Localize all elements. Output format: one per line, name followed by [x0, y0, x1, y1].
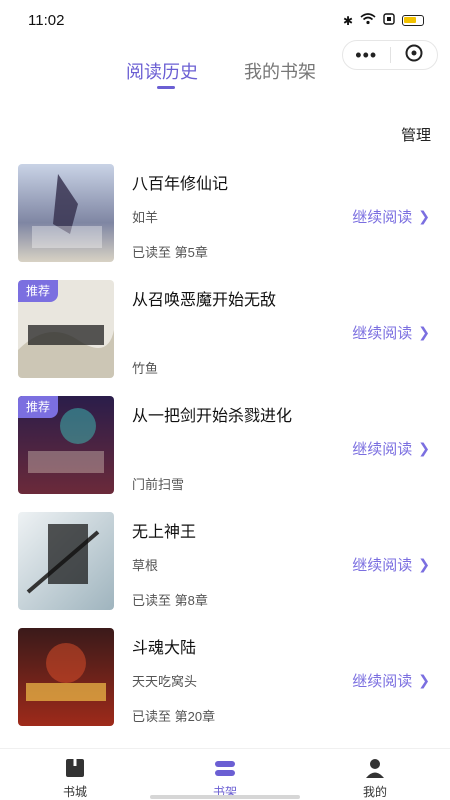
- continue-reading-label: 继续阅读: [352, 209, 413, 226]
- continue-reading-label: 继续阅读: [352, 325, 413, 342]
- list-item[interactable]: 推荐 从一把剑开始杀戮进化 门前扫雪 继续阅读 ❯: [0, 392, 450, 496]
- book-icon: [45, 757, 105, 779]
- nav-item-mine[interactable]: 我的: [345, 757, 405, 800]
- chevron-right-icon: ❯: [418, 440, 430, 456]
- book-cover[interactable]: [18, 512, 114, 610]
- continue-reading-label: 继续阅读: [352, 441, 413, 458]
- book-title: 八百年修仙记: [132, 176, 229, 193]
- continue-reading-button[interactable]: 继续阅读 ❯: [352, 670, 430, 691]
- sim-icon: [383, 13, 395, 28]
- chevron-right-icon: ❯: [418, 556, 430, 572]
- continue-reading-button[interactable]: 继续阅读 ❯: [352, 554, 430, 575]
- book-author: 如羊: [132, 210, 159, 225]
- wifi-icon: [360, 13, 376, 28]
- list-item[interactable]: 八百年修仙记 如羊 已读至 第5章 继续阅读 ❯: [0, 160, 450, 264]
- nav-label: 书城: [62, 785, 87, 799]
- battery-icon: [402, 15, 424, 26]
- tab-reading-history[interactable]: 阅读历史: [126, 58, 198, 84]
- user-icon: [345, 757, 405, 779]
- bottom-nav: 书城 书架 我的: [0, 748, 450, 800]
- book-author: 天天吃窝头: [132, 674, 198, 689]
- list-item[interactable]: 斗魂大陆 天天吃窝头 已读至 第20章 继续阅读 ❯: [0, 624, 450, 728]
- continue-reading-label: 继续阅读: [352, 557, 413, 574]
- book-title: 斗魂大陆: [132, 640, 197, 657]
- book-title: 从召唤恶魔开始无敌: [132, 292, 277, 309]
- book-cover[interactable]: [18, 164, 114, 262]
- tab-bar: 阅读历史 我的书架: [0, 56, 450, 96]
- reading-progress: 已读至 第8章: [132, 593, 208, 608]
- home-indicator: [150, 795, 300, 799]
- nav-item-bookshelf[interactable]: 书架: [195, 757, 255, 800]
- recommend-badge: 推荐: [18, 396, 59, 418]
- reading-progress: 已读至 第5章: [132, 245, 208, 260]
- book-title: 从一把剑开始杀戮进化: [132, 408, 293, 425]
- book-author: 草根: [132, 558, 159, 573]
- book-title: 无上神王: [132, 524, 197, 541]
- list-item[interactable]: 无上神王 草根 已读至 第8章 继续阅读 ❯: [0, 508, 450, 612]
- book-cover[interactable]: 推荐: [18, 280, 114, 378]
- book-cover[interactable]: 推荐: [18, 396, 114, 494]
- chevron-right-icon: ❯: [418, 672, 430, 688]
- book-cover[interactable]: [18, 628, 114, 726]
- status-icons: ✱: [343, 13, 424, 28]
- bluetooth-icon: ✱: [342, 13, 353, 28]
- book-author: 竹鱼: [132, 361, 159, 376]
- status-time: 11:02: [28, 12, 65, 29]
- tab-active-indicator: [157, 86, 175, 89]
- nav-label: 我的: [362, 785, 387, 799]
- continue-reading-button[interactable]: 继续阅读 ❯: [352, 322, 430, 343]
- shelf-icon: [195, 757, 255, 779]
- manage-button[interactable]: 管理: [401, 124, 431, 145]
- status-bar: 11:02 ✱: [0, 0, 450, 40]
- continue-reading-button[interactable]: 继续阅读 ❯: [352, 438, 430, 459]
- continue-reading-button[interactable]: 继续阅读 ❯: [352, 206, 430, 227]
- list-item[interactable]: 推荐 从召唤恶魔开始无敌 竹鱼 继续阅读 ❯: [0, 276, 450, 380]
- recommend-badge: 推荐: [18, 280, 59, 302]
- continue-reading-label: 继续阅读: [352, 673, 413, 690]
- nav-item-bookstore[interactable]: 书城: [45, 757, 105, 800]
- tab-my-bookshelf[interactable]: 我的书架: [244, 58, 316, 84]
- chevron-right-icon: ❯: [418, 324, 430, 340]
- book-author: 门前扫雪: [132, 477, 185, 492]
- chevron-right-icon: ❯: [418, 208, 430, 224]
- reading-progress: 已读至 第20章: [132, 709, 216, 724]
